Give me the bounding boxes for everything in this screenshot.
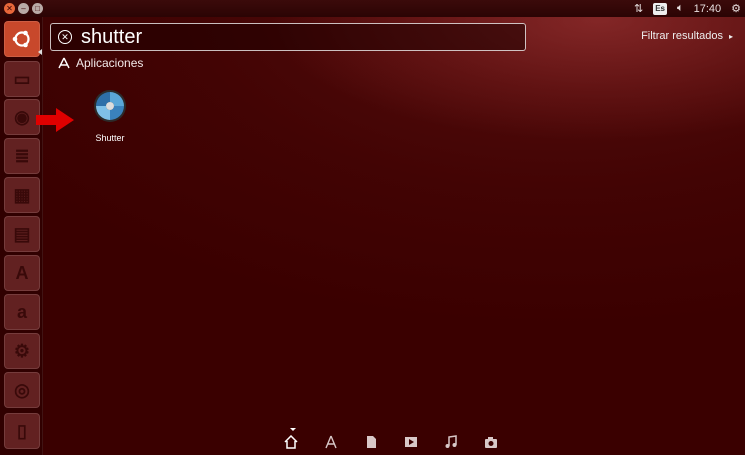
- minimize-window-button[interactable]: –: [18, 3, 29, 14]
- applications-lens-icon[interactable]: [322, 433, 340, 451]
- settings-icon[interactable]: ⚙: [731, 2, 741, 15]
- search-input[interactable]: [81, 25, 481, 49]
- clear-search-icon[interactable]: ✕: [58, 30, 72, 44]
- indicator-area: ⇅ Es 🔈︎ 17:40 ⚙: [634, 0, 741, 17]
- files-lens-icon[interactable]: [362, 433, 380, 451]
- ubuntu-logo-icon: [12, 30, 30, 48]
- calc-launcher-icon[interactable]: ▦: [4, 177, 40, 213]
- result-label: Shutter: [95, 133, 125, 143]
- close-window-button[interactable]: ✕: [4, 3, 15, 14]
- impress-launcher-icon[interactable]: ▤: [4, 216, 40, 252]
- result-item-shutter[interactable]: Shutter: [86, 88, 134, 143]
- music-lens-icon[interactable]: [442, 433, 460, 451]
- category-header[interactable]: Aplicaciones: [58, 56, 143, 70]
- firefox-launcher-icon[interactable]: ◉: [4, 99, 40, 135]
- applications-category-icon: [58, 57, 70, 69]
- file-manager-launcher-icon[interactable]: ▭: [4, 61, 40, 97]
- category-label: Aplicaciones: [76, 56, 144, 70]
- amazon-launcher-icon[interactable]: a: [4, 294, 40, 330]
- lens-bar: [282, 433, 500, 451]
- writer-launcher-icon[interactable]: ≣: [4, 138, 40, 174]
- keyboard-layout-icon[interactable]: Es: [653, 2, 667, 15]
- software-center-launcher-icon[interactable]: A: [4, 255, 40, 291]
- home-lens-icon[interactable]: [282, 433, 300, 451]
- launcher-active-pip: [38, 49, 42, 55]
- network-icon[interactable]: ⇅: [634, 2, 643, 15]
- filter-results-label: Filtrar resultados: [641, 30, 723, 42]
- top-panel: ✕ – □ ⇅ Es 🔈︎ 17:40 ⚙: [0, 0, 745, 17]
- clock[interactable]: 17:40: [694, 3, 722, 15]
- shutter-app-icon: [94, 90, 126, 122]
- launcher: ▭ ◉ ≣ ▦ ▤ A a ⚙ ◎ ▯: [0, 17, 43, 455]
- filter-results-button[interactable]: Filtrar resultados ▸: [641, 30, 733, 42]
- video-lens-icon[interactable]: [402, 433, 420, 451]
- chevron-right-icon: ▸: [728, 31, 733, 41]
- volume-icon[interactable]: 🔈︎: [677, 2, 684, 15]
- maximize-window-button[interactable]: □: [32, 3, 43, 14]
- red-arrow-icon: [36, 108, 74, 132]
- system-settings-launcher-icon[interactable]: ⚙: [4, 333, 40, 369]
- disk-launcher-icon[interactable]: ◎: [4, 372, 40, 408]
- window-controls: ✕ – □: [4, 3, 43, 14]
- photos-lens-icon[interactable]: [482, 433, 500, 451]
- search-box: ✕: [50, 23, 526, 51]
- trash-launcher-icon[interactable]: ▯: [4, 413, 40, 449]
- active-lens-indicator: [290, 428, 296, 431]
- ubuntu-dash-button[interactable]: [4, 21, 40, 57]
